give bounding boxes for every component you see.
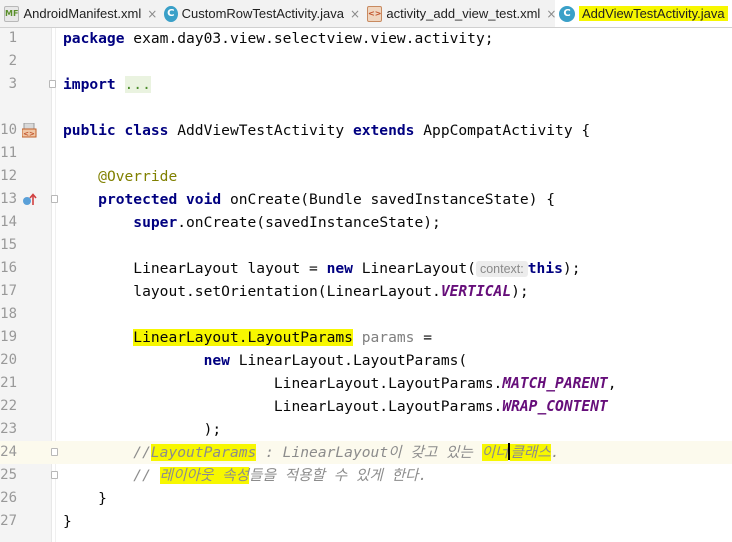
code-line: 18 [0, 303, 732, 326]
code-line: 13 protected void onCreate(Bundle savedI… [0, 188, 732, 211]
code-line: 19 LinearLayout.LayoutParams params = [0, 326, 732, 349]
line-number: 27 [0, 513, 17, 529]
highlighted-text: LayoutParams [150, 444, 257, 461]
line-number: 21 [0, 375, 17, 391]
line-number: 2 [8, 53, 17, 69]
line-number: 17 [0, 283, 17, 299]
tab-android-manifest[interactable]: MF AndroidManifest.xml × [0, 0, 157, 27]
code-line: 11 [0, 142, 732, 165]
code-line: 22 LinearLayout.LayoutParams.WRAP_CONTEN… [0, 395, 732, 418]
parameter-hint: context: [475, 261, 528, 277]
tab-custom-row-test-activity[interactable]: C CustomRowTestActivity.java × [160, 0, 360, 27]
code-line: 23 ); [0, 418, 732, 441]
line-number: 12 [0, 168, 17, 184]
highlighted-text: 레이아웃 속성 [159, 467, 250, 484]
code-line: 2 [0, 50, 732, 73]
tab-label: activity_add_view_test.xml [386, 6, 541, 21]
line-number: 18 [0, 306, 17, 322]
code-line: 17 layout.setOrientation(LinearLayout.VE… [0, 280, 732, 303]
manifest-file-icon: MF [4, 5, 20, 22]
close-icon[interactable]: × [147, 7, 157, 21]
line-number: 3 [8, 76, 17, 92]
line-number: 13 [0, 191, 17, 207]
tab-label: CustomRowTestActivity.java [181, 6, 344, 21]
code-line: 26 } [0, 487, 732, 510]
code-line: 15 [0, 234, 732, 257]
code-line: 25 // 레이아웃 속성들을 적용할 수 있게 한다. [0, 464, 732, 487]
highlighted-text: 클래스 [510, 444, 551, 461]
line-number: 14 [0, 214, 17, 230]
xml-layout-icon: <> [367, 5, 383, 22]
line-number: 10 [0, 122, 17, 138]
code-line: 1 package exam.day03.view.selectview.vie… [0, 27, 732, 50]
tab-activity-add-view-test-xml[interactable]: <> activity_add_view_test.xml × [363, 0, 556, 27]
fold-toggle-icon[interactable] [51, 195, 58, 203]
java-class-icon: C [164, 5, 178, 22]
editor-tab-bar: MF AndroidManifest.xml × C CustomRowTest… [0, 0, 732, 28]
line-number: 19 [0, 329, 17, 345]
tab-label: AndroidManifest.xml [23, 6, 142, 21]
code-line: 10 <> public class AddViewTestActivity e… [0, 119, 732, 142]
code-line: 27 } [0, 510, 732, 533]
code-line: 16 LinearLayout layout = new LinearLayou… [0, 257, 732, 280]
svg-text:<>: <> [23, 130, 35, 138]
line-number: 11 [0, 145, 17, 161]
fold-toggle-icon[interactable] [51, 448, 58, 456]
line-number: 20 [0, 352, 17, 368]
layout-file-gutter-icon[interactable]: <> [21, 122, 38, 138]
code-line-current: 24 //LayoutParams : LinearLayout이 갖고 있는 … [0, 441, 732, 464]
highlighted-text: LinearLayout.LayoutParams [133, 329, 353, 346]
line-number: 24 [0, 444, 17, 460]
override-gutter-icon[interactable] [22, 192, 38, 207]
code-line: 20 new LinearLayout.LayoutParams( [0, 349, 732, 372]
code-line: 14 super.onCreate(savedInstanceState); [0, 211, 732, 234]
folded-imports[interactable]: ... [124, 76, 151, 93]
code-line: 3 import ... [0, 73, 732, 96]
java-class-icon: C [559, 5, 575, 22]
line-number: 15 [0, 237, 17, 253]
line-number: 23 [0, 421, 17, 437]
tab-label: AddViewTestActivity.java [579, 6, 728, 21]
line-number: 22 [0, 398, 17, 414]
line-number: 26 [0, 490, 17, 506]
code-line: 21 LinearLayout.LayoutParams.MATCH_PAREN… [0, 372, 732, 395]
tab-add-view-test-activity[interactable]: C AddViewTestActivity.java [555, 0, 732, 27]
line-number: 1 [8, 30, 17, 46]
fold-toggle-icon[interactable] [49, 80, 56, 88]
fold-toggle-icon[interactable] [51, 471, 58, 479]
line-number: 25 [0, 467, 17, 483]
line-number: 16 [0, 260, 17, 276]
close-icon[interactable]: × [350, 7, 360, 21]
code-line: 12 @Override [0, 165, 732, 188]
highlighted-text: 이너 [481, 444, 509, 461]
